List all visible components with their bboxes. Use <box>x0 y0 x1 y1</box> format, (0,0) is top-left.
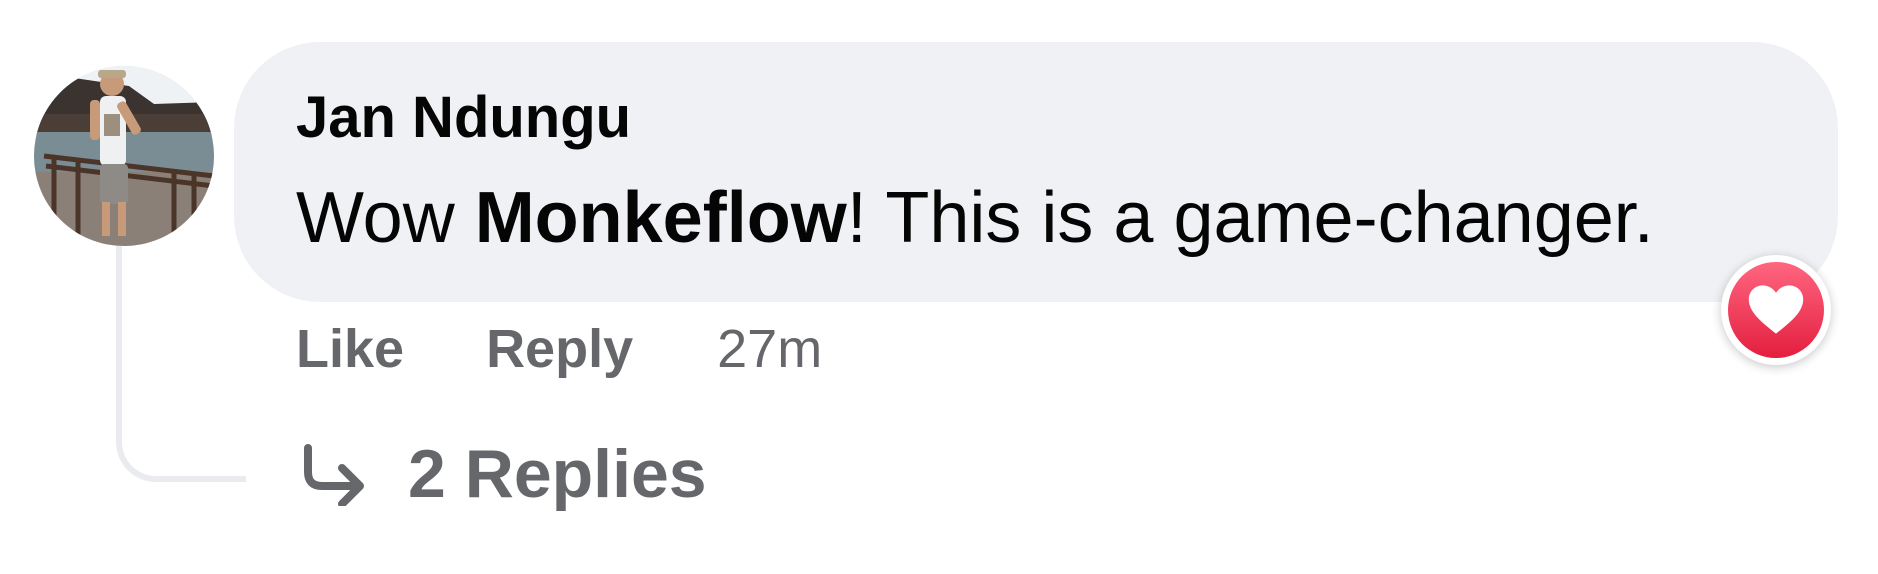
comment-text-after: ! This is a game-changer. <box>846 178 1654 258</box>
heart-icon <box>1728 262 1824 358</box>
comment-timestamp[interactable]: 27m <box>717 322 822 376</box>
view-replies-button[interactable]: 2 Replies <box>298 440 707 508</box>
reply-arrow-icon <box>298 442 370 506</box>
comment-author-name[interactable]: Jan Ndungu <box>296 89 631 147</box>
comment-body: Wow Monkeflow! This is a game-changer. <box>296 182 1654 254</box>
replies-count-label: 2 Replies <box>408 436 707 512</box>
comment-text-before: Wow <box>296 178 475 258</box>
comment-mention[interactable]: Monkeflow <box>475 178 847 258</box>
reply-button[interactable]: Reply <box>486 322 633 376</box>
like-button[interactable]: Like <box>296 322 404 376</box>
avatar-photo <box>34 66 214 246</box>
comment-actions: Like Reply 27m <box>296 322 822 376</box>
reaction-badge[interactable] <box>1721 255 1831 365</box>
thread-connector-line <box>116 238 246 482</box>
comment-bubble: Jan Ndungu Wow Monkeflow! This is a game… <box>234 42 1838 302</box>
avatar[interactable] <box>34 66 214 246</box>
